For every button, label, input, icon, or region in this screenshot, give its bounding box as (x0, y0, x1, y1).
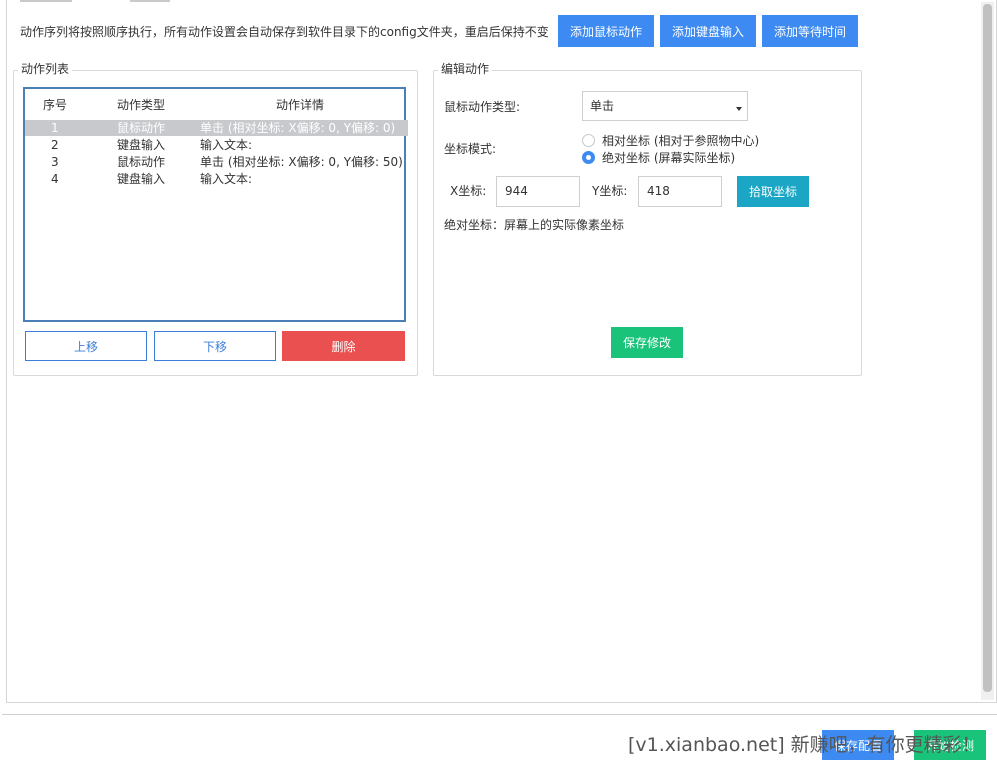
list-item[interactable]: 2 键盘输入 输入文本: (25, 137, 408, 153)
add-keyboard-input-button[interactable]: 添加键盘输入 (660, 15, 756, 47)
radio-on-icon[interactable] (582, 150, 595, 164)
radio-absolute[interactable]: 绝对坐标 (屏幕实际坐标) (582, 149, 735, 165)
row-index: 4 (51, 172, 59, 186)
move-down-button[interactable]: 下移 (154, 331, 276, 361)
action-listview[interactable]: 序号 动作类型 动作详情 1 鼠标动作 单击 (相对坐标: X偏移: 0, Y偏… (23, 87, 408, 322)
mouse-type-select[interactable]: 单击 (582, 91, 748, 121)
listview-header: 序号 动作类型 动作详情 (25, 97, 404, 113)
row-index: 2 (51, 138, 59, 152)
watermark-text: [v1.xianbao.net] 新赚吧，有你更精彩！ (628, 734, 981, 756)
column-header-detail[interactable]: 动作详情 (276, 97, 324, 113)
row-detail: 输入文本: (200, 138, 253, 152)
edit-action-title: 编辑动作 (438, 62, 493, 76)
row-index: 3 (51, 155, 59, 169)
move-up-button[interactable]: 上移 (25, 331, 147, 361)
column-header-index[interactable]: 序号 (43, 97, 67, 113)
mouse-type-value: 单击 (590, 99, 615, 113)
radio-relative-label: 相对坐标 (相对于参照物中心) (602, 133, 760, 148)
save-changes-button[interactable]: 保存修改 (611, 327, 683, 358)
column-header-type[interactable]: 动作类型 (117, 97, 165, 113)
coord-mode-label: 坐标模式: (444, 142, 497, 156)
delete-button[interactable]: 删除 (282, 331, 405, 361)
coord-help-text: 绝对坐标：屏幕上的实际像素坐标 (444, 218, 625, 232)
mouse-type-label: 鼠标动作类型: (444, 100, 521, 114)
row-type: 鼠标动作 (117, 121, 166, 135)
radio-relative[interactable]: 相对坐标 (相对于参照物中心) (582, 132, 759, 148)
radio-absolute-label: 绝对坐标 (屏幕实际坐标) (602, 150, 736, 165)
list-item[interactable]: 4 键盘输入 输入文本: (25, 171, 408, 187)
divider (2, 714, 997, 715)
y-coord-input[interactable]: 418 (638, 176, 722, 207)
x-coord-input[interactable]: 944 (496, 176, 580, 207)
row-detail: 输入文本: (200, 172, 253, 186)
row-type: 鼠标动作 (117, 155, 166, 169)
tab-edge (20, 0, 72, 2)
row-type: 键盘输入 (117, 138, 166, 152)
pick-coordinate-button[interactable]: 拾取坐标 (737, 176, 809, 207)
row-detail: 单击 (相对坐标: X偏移: 0, Y偏移: 0) (200, 121, 396, 135)
add-wait-time-button[interactable]: 添加等待时间 (762, 15, 858, 47)
chevron-down-icon (736, 107, 742, 111)
add-mouse-action-button[interactable]: 添加鼠标动作 (558, 15, 654, 47)
scrollbar-thumb[interactable] (983, 4, 992, 692)
tab-edge (130, 0, 170, 2)
list-item[interactable]: 1 鼠标动作 单击 (相对坐标: X偏移: 0, Y偏移: 0) (25, 120, 408, 136)
row-index: 1 (51, 121, 59, 135)
list-item[interactable]: 3 鼠标动作 单击 (相对坐标: X偏移: 0, Y偏移: 50) (25, 154, 408, 170)
instruction-text: 动作序列将按照顺序执行，所有动作设置会自动保存到软件目录下的config文件夹，… (20, 25, 549, 39)
action-list-title: 动作列表 (18, 62, 73, 76)
row-detail: 单击 (相对坐标: X偏移: 0, Y偏移: 50) (200, 155, 403, 169)
radio-off-icon[interactable] (582, 133, 595, 147)
x-coord-label: X坐标: (450, 184, 487, 198)
y-coord-label: Y坐标: (592, 184, 628, 198)
row-type: 键盘输入 (117, 172, 166, 186)
